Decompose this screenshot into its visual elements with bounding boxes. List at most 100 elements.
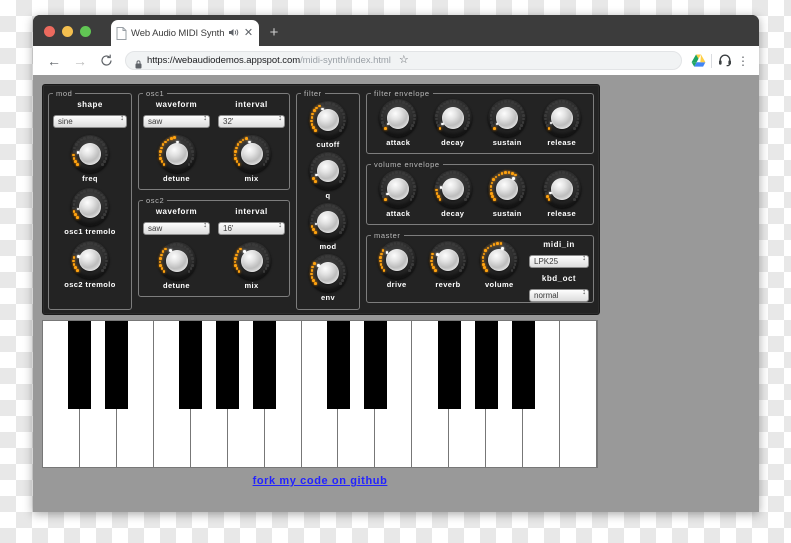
knob-dial[interactable] [71,135,109,173]
osc2-interval-select-wrap[interactable]: 16' [218,218,285,236]
osc2-interval-select[interactable]: 16' [218,222,285,235]
maximize-window-button[interactable] [80,26,91,37]
osc1-interval-select-wrap[interactable]: 32' [218,111,285,129]
knob-cap[interactable] [317,160,339,182]
knob-venv-sustain[interactable]: sustain [488,170,527,218]
knob-mod-osc2-tremolo[interactable]: osc2 tremolo [53,241,127,289]
minimize-window-button[interactable] [62,26,73,37]
knob-dial[interactable] [542,170,581,208]
new-tab-button[interactable]: + [266,25,282,41]
knob-venv-attack[interactable]: attack [379,170,418,218]
knob-cap[interactable] [441,107,464,129]
drive-icon[interactable] [688,51,708,71]
knob-cap[interactable] [436,249,459,271]
knob-cap[interactable] [317,109,339,131]
knob-venv-decay[interactable]: decay [433,170,472,218]
knob-dial[interactable] [480,241,519,279]
speaker-playing-icon[interactable] [228,28,239,39]
knob-dial[interactable] [309,254,347,292]
knob-dial[interactable] [377,241,416,279]
midi-in-select[interactable]: LPK25 [529,255,589,268]
knob-cap[interactable] [79,143,101,165]
knob-cap[interactable] [550,107,573,129]
close-icon[interactable]: ✕ [243,27,254,39]
kbd-oct-select-wrap[interactable]: normal [529,285,589,303]
knob-master-volume[interactable]: volume [480,241,519,289]
profile-icon[interactable] [715,51,735,71]
knob-osc2-detune[interactable]: detune [143,242,210,290]
osc1-waveform-select[interactable]: saw [143,115,210,128]
knob-cap[interactable] [317,211,339,233]
knob-osc2-mix[interactable]: mix [218,242,285,290]
browser-tab[interactable]: Web Audio MIDI Synthesizer ✕ [111,20,259,46]
knob-cap[interactable] [550,178,573,200]
piano-black-key[interactable] [363,321,387,409]
knob-master-drive[interactable]: drive [377,241,416,289]
piano-black-key[interactable] [437,321,461,409]
knob-cap[interactable] [441,178,464,200]
knob-dial[interactable] [157,242,196,280]
knob-cap[interactable] [240,143,263,165]
shape-select-wrap[interactable]: sine [53,111,127,129]
knob-fenv-decay[interactable]: decay [433,99,472,147]
knob-fenv-attack[interactable]: attack [379,99,418,147]
piano-keyboard[interactable] [42,320,598,468]
piano-white-key[interactable] [560,321,597,467]
piano-black-key[interactable] [327,321,350,409]
knob-cap[interactable] [165,143,188,165]
fork-on-github-link[interactable]: fork my code on github [33,475,607,487]
star-icon[interactable]: ☆ [396,55,412,66]
knob-dial[interactable] [309,203,347,241]
knob-cap[interactable] [165,250,188,272]
knob-mod-osc1-tremolo[interactable]: osc1 tremolo [53,188,127,236]
knob-dial[interactable] [157,135,196,173]
knob-cap[interactable] [385,249,408,271]
knob-filter-env[interactable]: env [301,254,355,302]
knob-dial[interactable] [379,99,418,137]
knob-dial[interactable] [232,135,271,173]
knob-cap[interactable] [317,262,339,284]
knob-osc1-mix[interactable]: mix [218,135,285,183]
knob-dial[interactable] [379,170,418,208]
reload-icon[interactable] [93,48,119,74]
osc2-waveform-select-wrap[interactable]: saw [143,218,210,236]
knob-dial[interactable] [71,241,109,279]
kebab-menu-icon[interactable]: ⋮ [735,55,751,67]
knob-dial[interactable] [428,241,467,279]
knob-mod-freq[interactable]: freq [53,135,127,183]
address-bar[interactable]: https://webaudiodemos.appspot.com/midi-s… [125,51,682,70]
knob-dial[interactable] [232,242,271,280]
piano-black-key[interactable] [253,321,277,409]
knob-dial[interactable] [309,152,347,190]
osc1-interval-select[interactable]: 32' [218,115,285,128]
knob-filter-mod[interactable]: mod [301,203,355,251]
knob-dial[interactable] [488,99,527,137]
piano-black-key[interactable] [179,321,203,409]
osc1-waveform-select-wrap[interactable]: saw [143,111,210,129]
window-controls[interactable] [44,26,91,37]
knob-cap[interactable] [79,249,101,271]
piano-black-key[interactable] [474,321,498,409]
knob-fenv-release[interactable]: release [542,99,581,147]
knob-fenv-sustain[interactable]: sustain [488,99,527,147]
arrow-left-icon[interactable]: ← [41,48,67,74]
piano-black-key[interactable] [105,321,129,409]
knob-osc1-detune[interactable]: detune [143,135,210,183]
piano-black-key[interactable] [216,321,240,409]
osc2-waveform-select[interactable]: saw [143,222,210,235]
close-window-button[interactable] [44,26,55,37]
arrow-right-icon[interactable]: → [67,48,93,74]
midi-in-select-wrap[interactable]: LPK25 [529,251,589,269]
knob-filter-q[interactable]: q [301,152,355,200]
knob-filter-cutoff[interactable]: cutoff [301,101,355,149]
piano-black-key[interactable] [68,321,92,409]
shape-select[interactable]: sine [53,115,127,128]
knob-master-reverb[interactable]: reverb [428,241,467,289]
knob-dial[interactable] [71,188,109,226]
knob-dial[interactable] [488,170,527,208]
kbd-oct-select[interactable]: normal [529,289,589,302]
knob-dial[interactable] [542,99,581,137]
knob-dial[interactable] [309,101,347,139]
knob-dial[interactable] [433,99,472,137]
knob-cap[interactable] [240,250,263,272]
